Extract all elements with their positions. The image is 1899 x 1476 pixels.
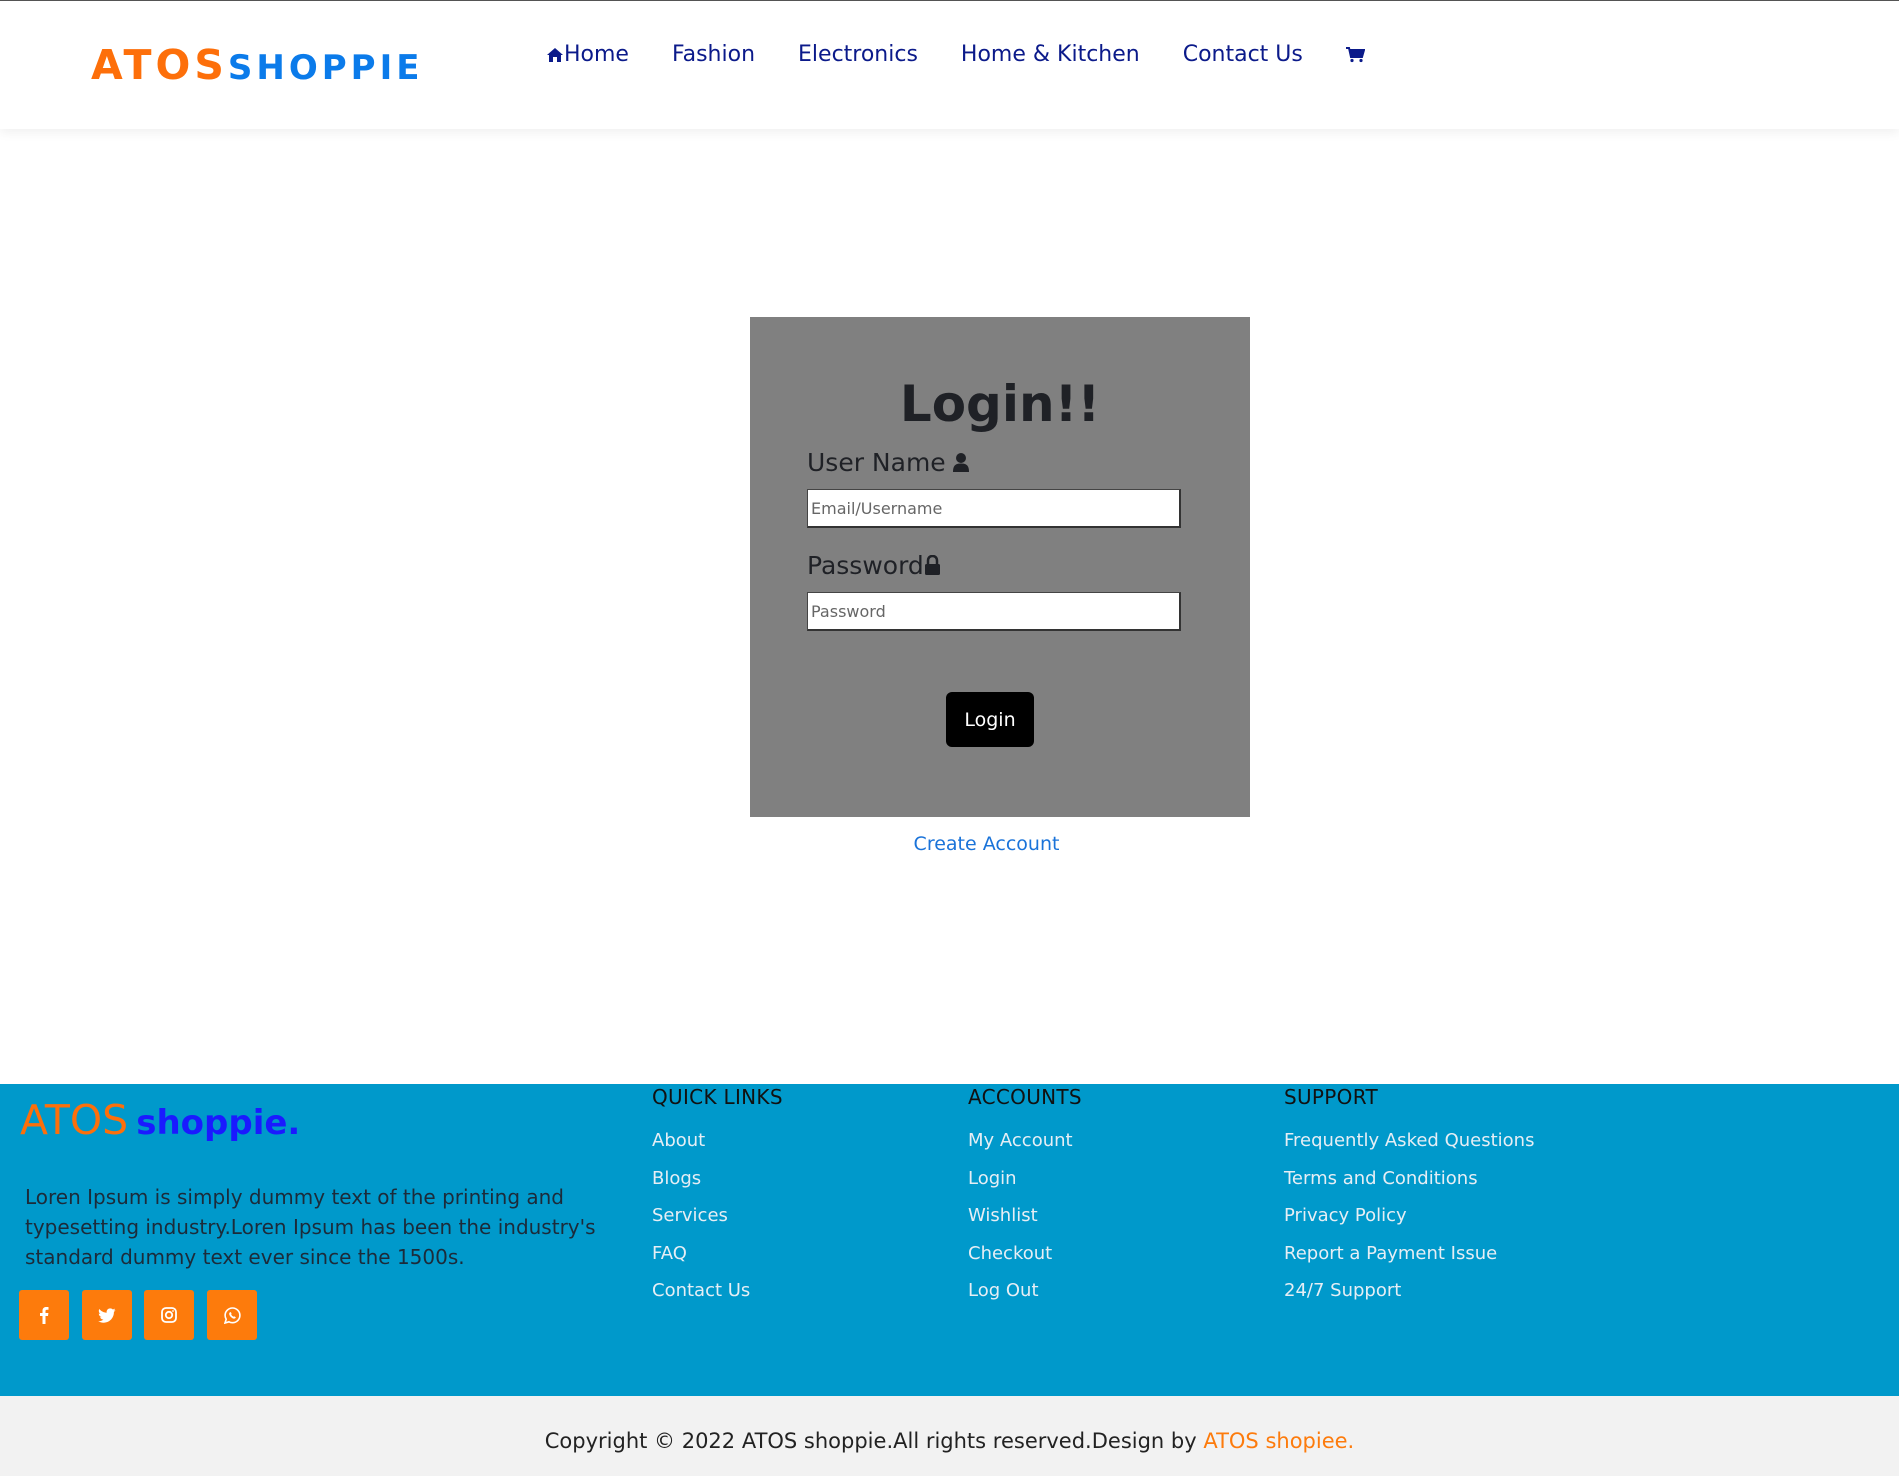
nav-home-label: Home bbox=[564, 42, 629, 67]
lock-icon bbox=[924, 555, 940, 575]
password-input[interactable] bbox=[807, 592, 1181, 631]
shopping-cart-icon bbox=[1345, 46, 1365, 62]
site-logo[interactable]: ATOSSHOPPIE bbox=[91, 41, 423, 89]
footer-link-about[interactable]: About bbox=[652, 1131, 783, 1169]
footer-link-log-out[interactable]: Log Out bbox=[968, 1281, 1082, 1319]
copyright-text: Copyright © 2022 ATOS shoppie.All rights… bbox=[544, 1429, 1204, 1453]
username-input[interactable] bbox=[807, 489, 1181, 528]
cart-link[interactable] bbox=[1345, 46, 1365, 63]
create-account-row: Create Account bbox=[0, 833, 1899, 855]
footer-link-services[interactable]: Services bbox=[652, 1206, 783, 1244]
footer-link-faq[interactable]: FAQ bbox=[652, 1243, 783, 1282]
password-label: Password bbox=[807, 551, 941, 580]
user-icon bbox=[952, 453, 969, 472]
footer-link-faq-full[interactable]: Frequently Asked Questions bbox=[1284, 1131, 1534, 1169]
twitter-icon bbox=[98, 1307, 116, 1323]
footer-col-title: QUICK LINKS bbox=[652, 1085, 783, 1109]
footer-link-report-payment[interactable]: Report a Payment Issue bbox=[1284, 1243, 1534, 1282]
instagram-icon bbox=[161, 1307, 177, 1323]
logo-part2: SHOPPIE bbox=[227, 48, 424, 88]
footer-link-terms[interactable]: Terms and Conditions bbox=[1284, 1168, 1534, 1207]
username-label: User Name bbox=[807, 448, 970, 477]
footer-logo-part2: shoppie. bbox=[136, 1103, 301, 1143]
footer-link-checkout[interactable]: Checkout bbox=[968, 1243, 1082, 1282]
nav-contact-us[interactable]: Contact Us bbox=[1183, 42, 1303, 67]
nav-electronics[interactable]: Electronics bbox=[798, 42, 918, 67]
create-account-link[interactable]: Create Account bbox=[914, 833, 1060, 855]
footer-link-privacy[interactable]: Privacy Policy bbox=[1284, 1206, 1534, 1244]
logo-part1: ATOS bbox=[91, 41, 228, 89]
nav-home-kitchen-label: Home & Kitchen bbox=[960, 42, 1140, 67]
main-nav: Home Fashion Electronics Home & Kitchen … bbox=[546, 42, 1408, 67]
site-footer: ATOS shoppie. Loren Ipsum is simply dummy… bbox=[0, 1084, 1899, 1396]
nav-home-kitchen[interactable]: Home & Kitchen bbox=[961, 42, 1140, 67]
login-card: Login!! User Name Password Login bbox=[750, 317, 1250, 817]
footer-link-my-account[interactable]: My Account bbox=[968, 1131, 1082, 1169]
footer-description: Loren Ipsum is simply dummy text of the … bbox=[25, 1185, 596, 1269]
footer-link-wishlist[interactable]: Wishlist bbox=[968, 1206, 1082, 1244]
nav-electronics-label: Electronics bbox=[798, 42, 918, 67]
footer-col-title: ACCOUNTS bbox=[968, 1085, 1082, 1109]
nav-contact-us-label: Contact Us bbox=[1182, 42, 1303, 67]
footer-col-quick-links: QUICK LINKS About Blogs Services FAQ Con… bbox=[652, 1084, 783, 1319]
footer-link-login[interactable]: Login bbox=[968, 1168, 1082, 1207]
login-title: Login!! bbox=[899, 375, 1101, 433]
footer-link-blogs[interactable]: Blogs bbox=[652, 1168, 783, 1207]
footer-logo[interactable]: ATOS shoppie. bbox=[20, 1096, 300, 1144]
whatsapp-icon bbox=[223, 1306, 241, 1324]
facebook-icon bbox=[40, 1307, 49, 1324]
nav-fashion[interactable]: Fashion bbox=[672, 42, 755, 67]
site-header: ATOSSHOPPIE Home Fashion Electronics Hom… bbox=[0, 1, 1899, 129]
footer-link-support-247[interactable]: 24/7 Support bbox=[1284, 1281, 1534, 1319]
whatsapp-button[interactable] bbox=[207, 1290, 257, 1340]
footer-col-support: SUPPORT Frequently Asked Questions Terms… bbox=[1284, 1084, 1534, 1319]
nav-fashion-label: Fashion bbox=[671, 42, 756, 67]
footer-logo-part1: ATOS bbox=[20, 1096, 129, 1144]
copyright-bar: Copyright © 2022 ATOS shoppie.All rights… bbox=[0, 1396, 1899, 1476]
instagram-button[interactable] bbox=[144, 1290, 194, 1340]
password-label-text: Password bbox=[807, 551, 924, 580]
twitter-button[interactable] bbox=[82, 1290, 132, 1340]
home-icon bbox=[547, 47, 563, 62]
footer-col-title: SUPPORT bbox=[1284, 1085, 1378, 1109]
facebook-button[interactable] bbox=[19, 1290, 69, 1340]
username-label-text: User Name bbox=[807, 448, 946, 477]
login-button[interactable]: Login bbox=[946, 692, 1034, 747]
nav-home[interactable]: Home bbox=[546, 42, 629, 67]
footer-link-contact-us[interactable]: Contact Us bbox=[652, 1281, 783, 1319]
copyright-brand-link[interactable]: ATOS shopiee. bbox=[1203, 1429, 1354, 1453]
footer-col-accounts: ACCOUNTS My Account Login Wishlist Check… bbox=[968, 1084, 1082, 1319]
